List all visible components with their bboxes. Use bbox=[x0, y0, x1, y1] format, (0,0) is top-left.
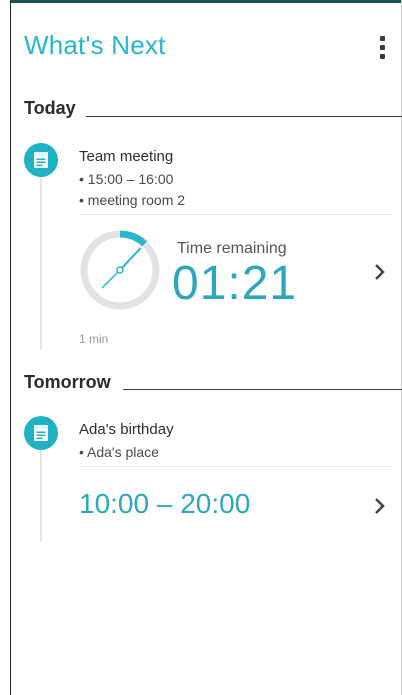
section-header-today: Today bbox=[24, 98, 76, 118]
event-title-adas-birthday[interactable]: Ada's birthday bbox=[79, 421, 174, 438]
window-left-border bbox=[10, 0, 11, 695]
event-divider bbox=[79, 466, 392, 467]
section-header-tomorrow: Tomorrow bbox=[24, 372, 111, 392]
event-location: • meeting room 2 bbox=[79, 192, 186, 208]
timeline-line-today bbox=[40, 170, 42, 350]
section-divider-tomorrow bbox=[123, 389, 402, 390]
time-remaining-value: 01:21 bbox=[172, 257, 298, 310]
app-title: What's Next bbox=[24, 30, 166, 60]
event-time-range: 10:00 – 20:00 bbox=[79, 488, 251, 519]
more-vert-icon[interactable] bbox=[372, 30, 392, 64]
timeline-line-tomorrow bbox=[40, 444, 42, 542]
chevron-right-icon[interactable] bbox=[371, 494, 389, 518]
section-divider-today bbox=[86, 116, 402, 117]
countdown-ring bbox=[80, 230, 160, 310]
calendar-icon bbox=[24, 416, 58, 450]
event-title-team-meeting[interactable]: Team meeting bbox=[79, 148, 173, 165]
event-divider bbox=[79, 214, 392, 215]
chevron-right-icon[interactable] bbox=[371, 260, 389, 284]
calendar-icon bbox=[24, 143, 58, 177]
window-top-border bbox=[10, 0, 402, 3]
event-duration: 1 min bbox=[79, 332, 109, 346]
event-time: • 15:00 – 16:00 bbox=[79, 171, 174, 187]
event-location: • Ada's place bbox=[79, 444, 159, 460]
